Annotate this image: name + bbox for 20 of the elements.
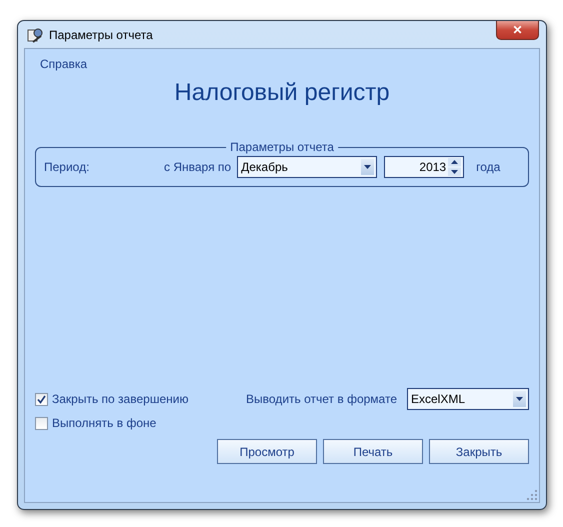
format-dropdown[interactable]: ExcelXML bbox=[407, 388, 529, 410]
month-dropdown[interactable]: Декабрь bbox=[237, 156, 378, 178]
close-button[interactable]: ✕ bbox=[496, 21, 539, 40]
spinner-arrows-icon bbox=[448, 158, 462, 176]
menu-item[interactable]: Справка bbox=[40, 57, 88, 71]
option-checkbox[interactable]: Закрыть по завершению bbox=[35, 392, 188, 406]
dialog-button[interactable]: Печать bbox=[323, 439, 423, 464]
dialog-button[interactable]: Просмотр bbox=[217, 439, 317, 464]
report-heading: Налоговый регистр bbox=[173, 79, 391, 107]
group-title: Параметры отчета bbox=[226, 140, 338, 154]
year-suffix: года bbox=[476, 160, 500, 174]
format-label: Выводить отчет в формате bbox=[246, 392, 397, 406]
period-label: Период: bbox=[44, 160, 90, 174]
year-spinner[interactable]: 2013 bbox=[384, 156, 464, 178]
from-label: с Января по bbox=[164, 160, 232, 174]
window-title: Параметры отчета bbox=[49, 28, 153, 42]
dialog-button[interactable]: Закрыть bbox=[429, 439, 529, 464]
option-checkbox[interactable]: Выполнять в фоне bbox=[35, 416, 156, 430]
resize-grip-icon bbox=[527, 490, 537, 500]
app-icon bbox=[27, 26, 43, 42]
